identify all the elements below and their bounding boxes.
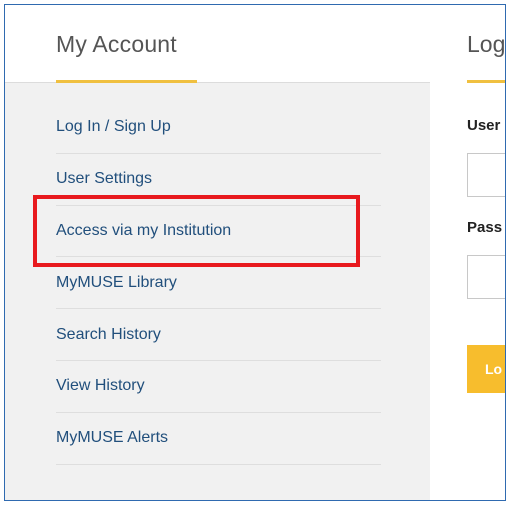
sidebar-title: My Account <box>56 31 177 57</box>
menu-item-label: User Settings <box>56 170 153 188</box>
password-label: Pass <box>467 219 503 236</box>
login-button[interactable]: Lo <box>467 345 505 393</box>
login-panel: Log User Pass Lo <box>430 5 505 500</box>
page-frame: My Account Log In / Sign Up User Setting… <box>4 4 506 501</box>
menu-item-search-history[interactable]: Search History <box>56 309 381 361</box>
menu-item-view-history[interactable]: View History <box>56 361 381 413</box>
account-menu: Log In / Sign Up User Settings Access vi… <box>56 102 381 465</box>
menu-item-access-institution[interactable]: Access via my Institution <box>56 206 381 258</box>
menu-item-label: Log In / Sign Up <box>56 118 171 136</box>
menu-item-user-settings[interactable]: User Settings <box>56 154 381 206</box>
menu-item-label: MyMUSE Library <box>56 273 177 291</box>
login-title-underline <box>467 80 505 83</box>
menu-item-mymuse-alerts[interactable]: MyMUSE Alerts <box>56 413 381 465</box>
menu-item-mymuse-library[interactable]: MyMUSE Library <box>56 257 381 310</box>
password-input[interactable] <box>467 255 505 299</box>
menu-item-login-signup[interactable]: Log In / Sign Up <box>56 102 381 154</box>
username-input[interactable] <box>467 153 505 197</box>
menu-item-label: Access via my Institution <box>56 221 232 239</box>
menu-item-label: View History <box>56 377 145 395</box>
login-title: Log <box>467 31 505 57</box>
sidebar-header: My Account <box>5 5 430 83</box>
menu-item-label: MyMUSE Alerts <box>56 429 169 447</box>
account-sidebar: My Account Log In / Sign Up User Setting… <box>5 5 430 500</box>
username-label: User <box>467 117 501 134</box>
menu-item-label: Search History <box>56 325 161 343</box>
sidebar-title-underline <box>56 80 197 83</box>
